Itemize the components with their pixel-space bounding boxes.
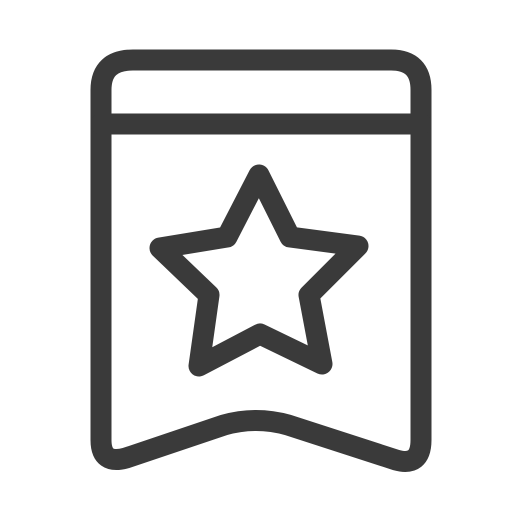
icon-canvas xyxy=(0,0,512,512)
icon-strokes xyxy=(90,49,432,472)
bookmark-star-icon xyxy=(90,49,432,472)
star-shape xyxy=(149,164,369,377)
